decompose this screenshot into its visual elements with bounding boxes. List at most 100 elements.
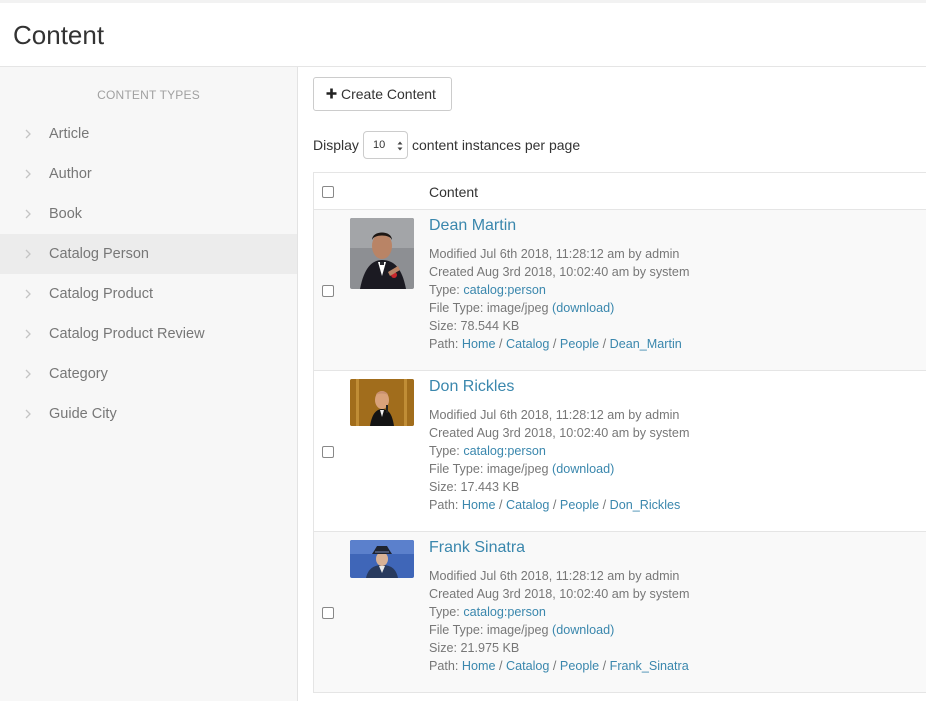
file-type-line: File Type: image/jpeg (download) <box>429 299 689 317</box>
file-type-label: File Type: <box>429 301 484 315</box>
size-label: Size: <box>429 641 457 655</box>
path-link-catalog[interactable]: Catalog <box>506 498 549 512</box>
chevron-right-icon <box>25 409 31 419</box>
table-header: Content <box>314 173 926 210</box>
row-checkbox[interactable] <box>322 446 334 458</box>
sidebar-item-catalog-person[interactable]: Catalog Person <box>0 234 297 274</box>
download-link[interactable]: (download) <box>552 301 614 315</box>
sidebar-item-article[interactable]: Article <box>0 114 297 154</box>
type-line: Type: catalog:person <box>429 442 689 460</box>
content-table: Content Dean Martin Modified Jul 6th 201… <box>313 172 926 693</box>
file-type-label: File Type: <box>429 462 484 476</box>
table-row: Don Rickles Modified Jul 6th 2018, 11:28… <box>314 371 926 532</box>
type-link[interactable]: catalog:person <box>463 605 546 619</box>
row-checkbox[interactable] <box>322 607 334 619</box>
plus-icon <box>326 88 337 99</box>
path-link-item[interactable]: Don_Rickles <box>610 498 681 512</box>
size-line: Size: 21.975 KB <box>429 639 689 657</box>
size-label: Size: <box>429 319 457 333</box>
sidebar-item-label: Book <box>49 206 83 222</box>
type-link[interactable]: catalog:person <box>463 283 546 297</box>
chevron-right-icon <box>25 369 31 379</box>
display-label: Display <box>313 137 359 153</box>
path-link-home[interactable]: Home <box>462 498 496 512</box>
type-link[interactable]: catalog:person <box>463 444 546 458</box>
sidebar-item-label: Guide City <box>49 406 117 422</box>
create-content-button[interactable]: Create Content <box>313 77 452 111</box>
modified-text: Modified Jul 6th 2018, 11:28:12 am by ad… <box>429 408 680 422</box>
sidebar-item-author[interactable]: Author <box>0 154 297 194</box>
type-label: Type: <box>429 605 460 619</box>
file-type-value: image/jpeg <box>486 462 549 476</box>
sidebar-item-catalog-product-review[interactable]: Catalog Product Review <box>0 314 297 354</box>
path-link-people[interactable]: People <box>560 498 599 512</box>
sidebar-item-category[interactable]: Category <box>0 354 297 394</box>
thumbnail-image[interactable] <box>350 379 414 426</box>
item-title-link[interactable]: Don Rickles <box>429 378 514 396</box>
content-type-list: Article Author Book Catalog Person Catal… <box>0 114 297 434</box>
chevron-right-icon <box>25 329 31 339</box>
content-column-header: Content <box>429 184 479 200</box>
file-type-line: File Type: image/jpeg (download) <box>429 621 689 639</box>
size-value: 78.544 KB <box>460 319 520 333</box>
sidebar-item-label: Catalog Person <box>49 246 149 262</box>
path-breadcrumb: Path: Home / Catalog / People / Frank_Si… <box>429 659 689 673</box>
size-value: 21.975 KB <box>460 641 520 655</box>
modified-text: Modified Jul 6th 2018, 11:28:12 am by ad… <box>429 569 680 583</box>
sidebar-heading: CONTENT TYPES <box>97 88 200 102</box>
path-link-item[interactable]: Frank_Sinatra <box>610 659 689 673</box>
download-link[interactable]: (download) <box>552 623 614 637</box>
created-text: Created Aug 3rd 2018, 10:02:40 am by sys… <box>429 587 690 601</box>
per-page-suffix: content instances per page <box>412 137 581 153</box>
chevron-right-icon <box>25 249 31 259</box>
path-link-people[interactable]: People <box>560 337 599 351</box>
file-type-label: File Type: <box>429 623 484 637</box>
path-link-home[interactable]: Home <box>462 337 496 351</box>
item-meta: Modified Jul 6th 2018, 11:28:12 am by ad… <box>429 245 689 353</box>
type-line: Type: catalog:person <box>429 281 689 299</box>
path-label: Path: <box>429 498 459 512</box>
path-link-catalog[interactable]: Catalog <box>506 659 549 673</box>
sidebar-item-catalog-product[interactable]: Catalog Product <box>0 274 297 314</box>
chevron-right-icon <box>25 169 31 179</box>
item-title-link[interactable]: Frank Sinatra <box>429 539 525 557</box>
item-meta: Modified Jul 6th 2018, 11:28:12 am by ad… <box>429 406 689 514</box>
item-title-link[interactable]: Dean Martin <box>429 217 516 235</box>
size-line: Size: 17.443 KB <box>429 478 689 496</box>
chevron-right-icon <box>25 129 31 139</box>
per-page-select[interactable]: 10 <box>363 131 408 159</box>
select-all-checkbox[interactable] <box>322 186 334 198</box>
file-type-value: image/jpeg <box>486 623 549 637</box>
thumbnail-image[interactable] <box>350 218 414 289</box>
sidebar: CONTENT TYPES Article Author Book Catalo… <box>0 67 298 701</box>
sidebar-item-label: Catalog Product Review <box>49 326 205 342</box>
size-value: 17.443 KB <box>460 480 520 494</box>
pagination-control: Display 10 content instances per page <box>313 131 713 159</box>
sidebar-item-guide-city[interactable]: Guide City <box>0 394 297 434</box>
sidebar-item-label: Catalog Product <box>49 286 153 302</box>
type-label: Type: <box>429 444 460 458</box>
path-link-catalog[interactable]: Catalog <box>506 337 549 351</box>
page-header: Content <box>0 3 926 67</box>
file-type-value: image/jpeg <box>486 301 549 315</box>
page-title: Content <box>13 20 105 50</box>
path-label: Path: <box>429 337 459 351</box>
thumbnail-image[interactable] <box>350 540 414 578</box>
sidebar-item-book[interactable]: Book <box>0 194 297 234</box>
item-meta: Modified Jul 6th 2018, 11:28:12 am by ad… <box>429 567 689 675</box>
path-link-home[interactable]: Home <box>462 659 496 673</box>
sidebar-item-label: Article <box>49 126 90 142</box>
sidebar-item-label: Author <box>49 166 92 182</box>
table-row: Dean Martin Modified Jul 6th 2018, 11:28… <box>314 210 926 371</box>
path-link-people[interactable]: People <box>560 659 599 673</box>
download-link[interactable]: (download) <box>552 462 614 476</box>
create-content-label: Create Content <box>341 86 436 102</box>
path-breadcrumb: Path: Home / Catalog / People / Dean_Mar… <box>429 337 682 351</box>
created-text: Created Aug 3rd 2018, 10:02:40 am by sys… <box>429 426 690 440</box>
file-type-line: File Type: image/jpeg (download) <box>429 460 689 478</box>
path-link-item[interactable]: Dean_Martin <box>610 337 682 351</box>
type-label: Type: <box>429 283 460 297</box>
row-checkbox[interactable] <box>322 285 334 297</box>
main-content: Create Content Display 10 content instan… <box>298 67 926 701</box>
select-arrows-icon <box>397 141 403 151</box>
